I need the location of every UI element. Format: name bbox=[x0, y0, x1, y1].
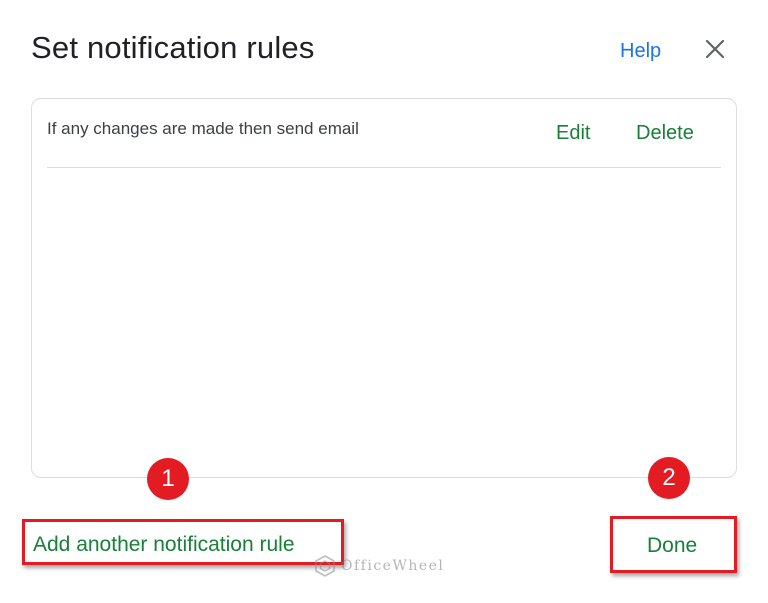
close-button[interactable] bbox=[702, 36, 728, 62]
done-button[interactable]: Done bbox=[610, 516, 737, 573]
step-1-badge: 1 bbox=[147, 458, 189, 500]
rule-row: If any changes are made then send email … bbox=[47, 99, 721, 168]
watermark-text: OfficeWheel bbox=[341, 558, 445, 574]
edit-rule-button[interactable]: Edit bbox=[556, 122, 590, 145]
step-2-badge: 2 bbox=[648, 457, 690, 499]
rule-description: If any changes are made then send email bbox=[47, 119, 359, 138]
done-label: Done bbox=[647, 534, 698, 557]
rules-list: If any changes are made then send email … bbox=[31, 98, 737, 478]
add-rule-label: Add another notification rule bbox=[33, 533, 295, 556]
close-icon bbox=[705, 39, 725, 59]
watermark: OfficeWheel bbox=[313, 553, 444, 579]
add-notification-rule-button[interactable]: Add another notification rule bbox=[22, 519, 344, 565]
dialog-title: Set notification rules bbox=[31, 30, 315, 65]
notification-rules-dialog: Set notification rules Help If any chang… bbox=[0, 0, 768, 603]
help-link[interactable]: Help bbox=[620, 40, 661, 63]
delete-rule-button[interactable]: Delete bbox=[636, 122, 694, 145]
officewheel-logo-icon bbox=[315, 555, 335, 577]
